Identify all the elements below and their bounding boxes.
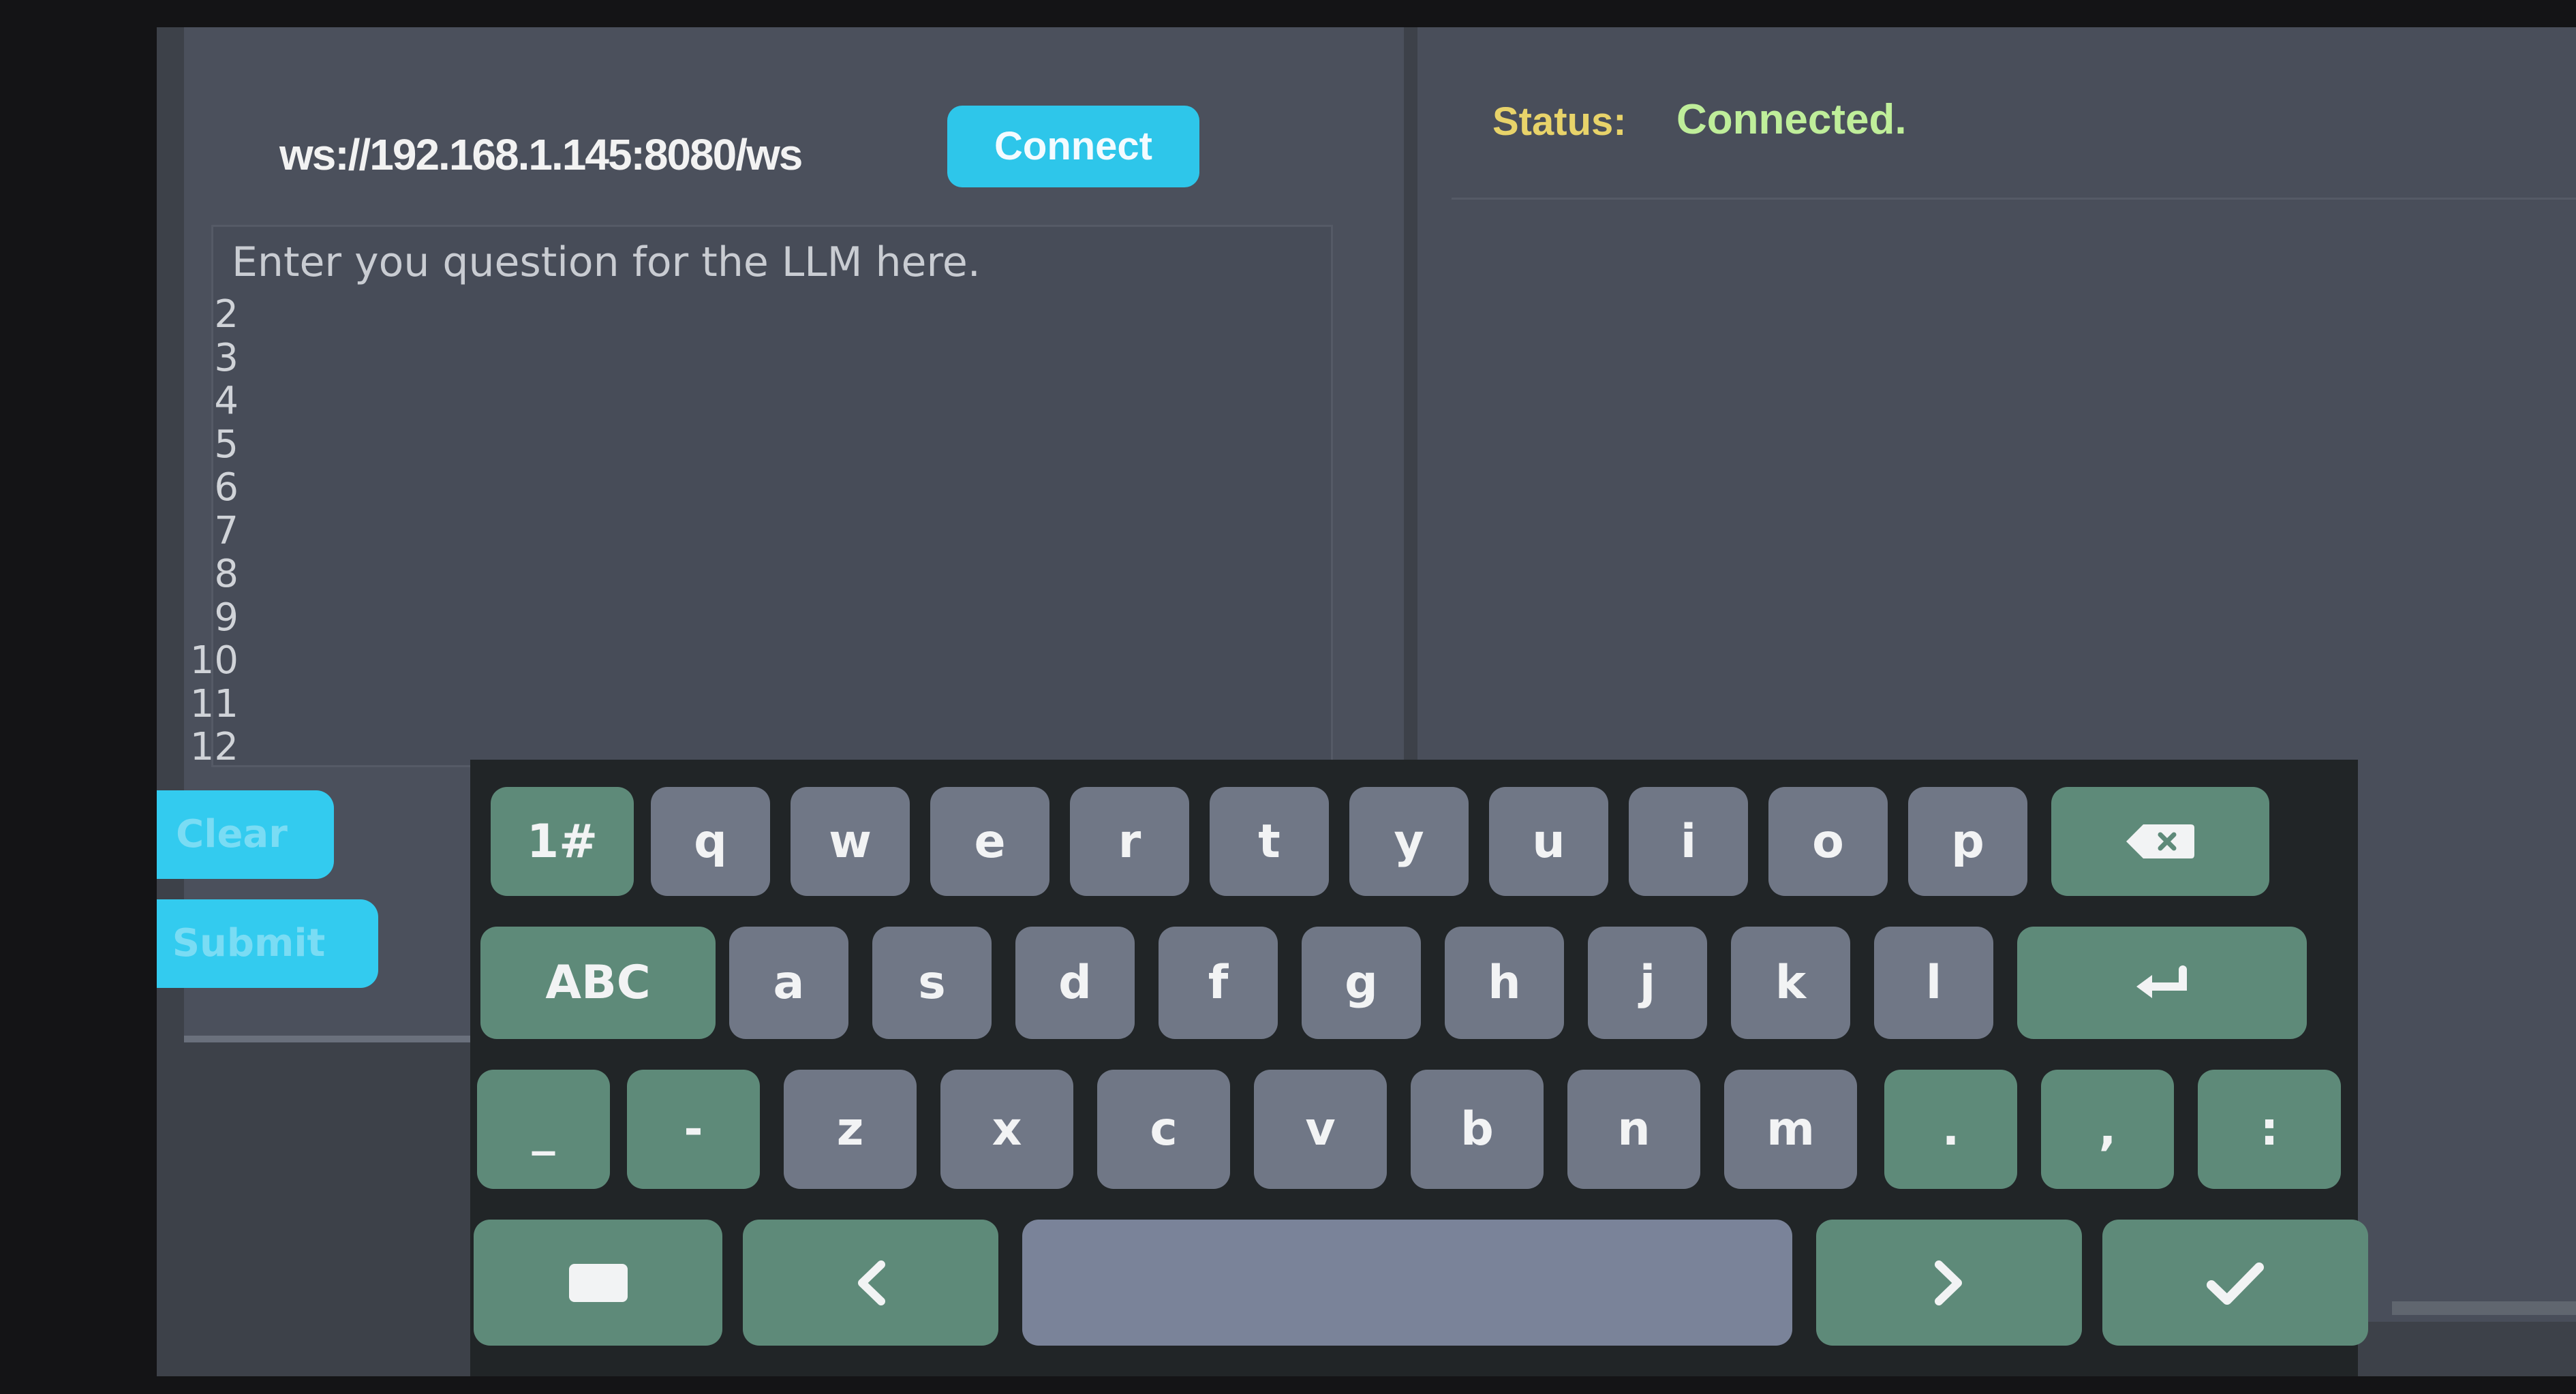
key-p[interactable]: p xyxy=(1908,787,2027,896)
app-screen: ws://192.168.1.145:8080/ws Connect Enter… xyxy=(157,27,2576,1376)
status-value: Connected. xyxy=(1676,96,1907,143)
key-m[interactable]: m xyxy=(1724,1070,1857,1189)
key-symbols[interactable]: 1# xyxy=(491,787,634,896)
key-l[interactable]: l xyxy=(1874,927,1993,1039)
key-u[interactable]: u xyxy=(1489,787,1608,896)
keyboard-hide-icon xyxy=(568,1263,628,1302)
key-z[interactable]: z xyxy=(784,1070,917,1189)
line-number: 4 xyxy=(214,379,239,423)
line-numbers: 2 3 4 5 6 7 8 9 10 11 12 xyxy=(170,293,239,769)
line-number: 3 xyxy=(214,335,239,380)
key-e[interactable]: e xyxy=(930,787,1049,896)
websocket-url[interactable]: ws://192.168.1.145:8080/ws xyxy=(279,129,803,180)
key-period[interactable]: . xyxy=(1884,1070,2017,1189)
key-hyphen[interactable]: - xyxy=(627,1070,760,1189)
key-w[interactable]: w xyxy=(791,787,910,896)
key-o[interactable]: o xyxy=(1768,787,1888,896)
key-v[interactable]: v xyxy=(1254,1070,1387,1189)
backspace-icon xyxy=(2126,824,2194,858)
line-number: 6 xyxy=(214,465,239,510)
arrow-left-icon xyxy=(857,1260,885,1305)
key-r[interactable]: r xyxy=(1070,787,1189,896)
key-hide-keyboard[interactable] xyxy=(474,1220,722,1346)
key-done[interactable] xyxy=(2102,1220,2368,1346)
enter-icon xyxy=(2136,965,2187,998)
on-screen-keyboard: 1# q w e r t y u i o p ABC a s d f g h j… xyxy=(470,760,2368,1376)
status-label: Status: xyxy=(1492,99,1627,144)
submit-button[interactable]: Submit xyxy=(157,899,378,988)
line-number: 2 xyxy=(214,292,239,337)
key-i[interactable]: i xyxy=(1629,787,1748,896)
key-q[interactable]: q xyxy=(651,787,770,896)
key-g[interactable]: g xyxy=(1302,927,1421,1039)
key-colon[interactable]: : xyxy=(2198,1070,2341,1189)
key-x[interactable]: x xyxy=(940,1070,1073,1189)
line-number: 7 xyxy=(214,508,239,553)
key-enter[interactable] xyxy=(2017,927,2307,1039)
key-h[interactable]: h xyxy=(1445,927,1564,1039)
key-y[interactable]: y xyxy=(1349,787,1469,896)
key-a[interactable]: a xyxy=(729,927,848,1039)
key-t[interactable]: t xyxy=(1210,787,1329,896)
key-space[interactable] xyxy=(1022,1220,1792,1346)
connect-button[interactable]: Connect xyxy=(947,106,1199,187)
key-backspace[interactable] xyxy=(2051,787,2269,896)
key-s[interactable]: s xyxy=(872,927,992,1039)
line-number: 5 xyxy=(214,422,239,467)
key-underscore[interactable]: _ xyxy=(477,1070,610,1189)
key-cursor-right[interactable] xyxy=(1816,1220,2082,1346)
key-cursor-left[interactable] xyxy=(743,1220,998,1346)
key-n[interactable]: n xyxy=(1567,1070,1700,1189)
line-number: 11 xyxy=(189,681,239,726)
key-f[interactable]: f xyxy=(1159,927,1278,1039)
divider xyxy=(2392,1301,2576,1315)
key-j[interactable]: j xyxy=(1588,927,1707,1039)
line-number: 10 xyxy=(189,638,239,683)
key-abc[interactable]: ABC xyxy=(480,927,716,1039)
key-comma[interactable]: , xyxy=(2041,1070,2174,1189)
key-c[interactable]: c xyxy=(1097,1070,1230,1189)
line-number: 9 xyxy=(214,595,239,640)
question-textarea[interactable] xyxy=(211,225,1333,767)
line-number: 12 xyxy=(189,725,239,769)
checkmark-icon xyxy=(2207,1262,2264,1305)
arrow-right-icon xyxy=(1935,1260,1962,1305)
key-k[interactable]: k xyxy=(1731,927,1850,1039)
key-d[interactable]: d xyxy=(1015,927,1135,1039)
clear-button[interactable]: Clear xyxy=(157,790,334,879)
key-b[interactable]: b xyxy=(1411,1070,1544,1189)
question-placeholder: Enter you question for the LLM here. xyxy=(232,238,981,286)
line-number: 8 xyxy=(214,552,239,596)
